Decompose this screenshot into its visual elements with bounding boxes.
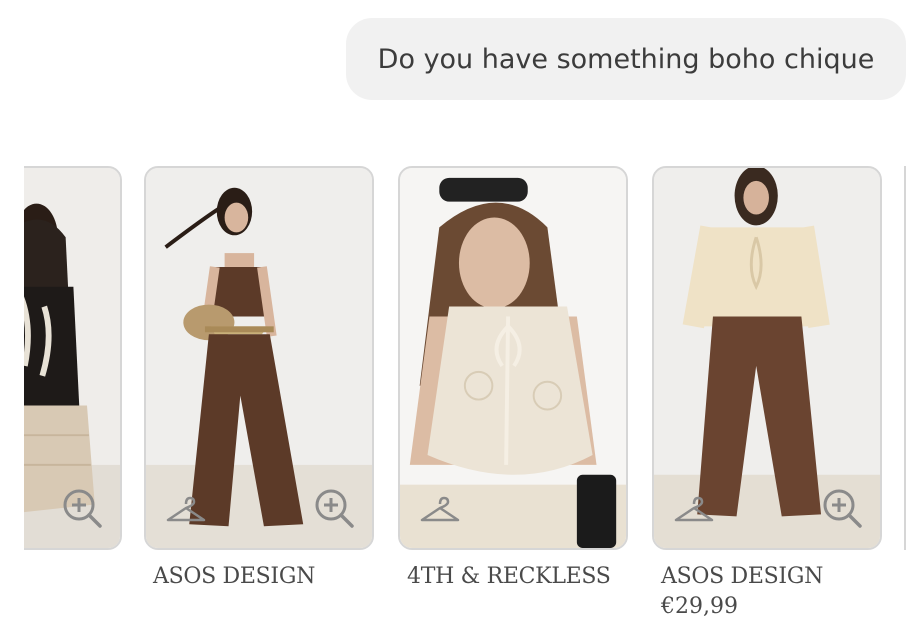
product-card[interactable] [144,166,374,550]
product-brand[interactable]: ASOS DESIGN [153,564,315,589]
zoom-in-icon[interactable] [820,486,864,530]
user-message-bubble: Do you have something boho chique [346,18,906,100]
product-brand[interactable]: 4TH & RECKLESS [407,564,611,589]
product-card[interactable] [398,166,628,550]
next-card-edge[interactable] [904,166,924,550]
product-card[interactable] [652,166,882,550]
zoom-in-icon[interactable] [312,486,356,530]
product-carousel[interactable]: ASOS DESIGN 4TH & RECKLESS ASOS DESIGN €… [24,160,924,638]
user-message-text: Do you have something boho chique [377,43,875,75]
product-price: €29,99 [661,594,738,619]
hanger-icon[interactable] [418,494,462,526]
product-image [400,168,626,548]
hanger-icon[interactable] [164,494,208,526]
product-brand[interactable]: ASOS DESIGN [661,564,823,589]
hanger-icon[interactable] [672,494,716,526]
product-card[interactable] [24,166,122,550]
zoom-in-icon[interactable] [60,486,104,530]
